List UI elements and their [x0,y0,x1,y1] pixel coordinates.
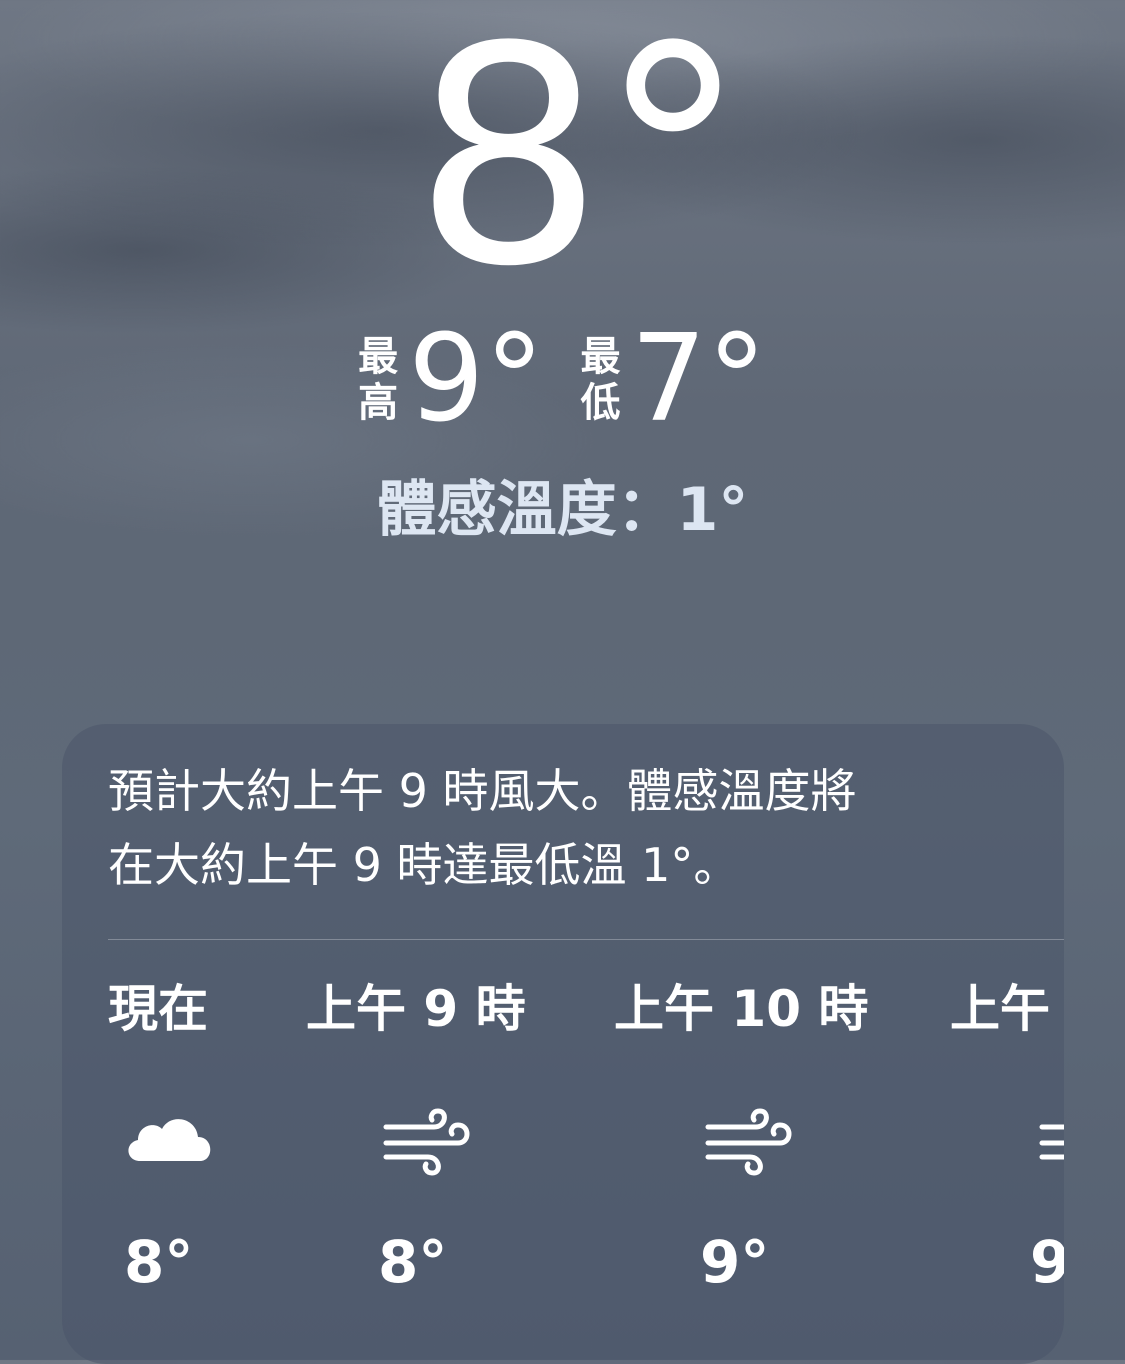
wind-icon [1039,1124,1064,1160]
forecast-summary: 預計大約上午 9 時風大。體感溫度將 在大約上午 9 時達最低溫 1°。 [108,754,1028,902]
hourly-forecast-card[interactable]: 預計大約上午 9 時風大。體感溫度將 在大約上午 9 時達最低溫 1°。 現在 … [62,724,1064,1364]
high-low-row: 最 高 9° 最 低 7° [0,315,1125,445]
high-label-char-1: 最 [358,334,399,380]
low-label-char-2: 低 [580,380,621,426]
hour-label: 上午 9 時 [306,980,526,1038]
hour-temperature: 8° [378,1228,448,1296]
summary-line-2: 在大約上午 9 時達最低溫 1°。 [108,838,740,892]
wind-icon [383,1108,470,1176]
cloud-icon [128,1119,211,1161]
hour-item-9am[interactable]: 上午 9 時 8° [306,974,586,1296]
low-temperature: 最 低 7° [581,315,767,445]
low-label-char-1: 最 [580,334,621,380]
high-value: 9° [408,310,545,449]
summary-line-1: 預計大約上午 9 時風大。體感溫度將 [108,764,857,818]
card-divider [108,939,1064,940]
hour-temperature: 8° [124,1228,194,1296]
hour-item-11am[interactable]: 上午 9 [950,974,1064,1296]
high-label: 最 高 [358,334,398,426]
hour-label: 上午 10 時 [614,980,869,1038]
hour-item-10am[interactable]: 上午 10 時 9° [614,974,894,1296]
low-value: 7° [630,310,767,449]
current-conditions: 8° 最 高 9° 最 低 7° 體感溫度：1° [0,0,1125,600]
high-label-char-2: 高 [358,380,399,426]
hour-label: 上午 [950,980,1050,1038]
wind-icon [705,1108,792,1176]
hour-temperature: 9 [1030,1228,1064,1296]
feels-like-temperature: 體感溫度：1° [376,475,749,545]
current-temperature: 8° [413,0,748,332]
low-label: 最 低 [581,334,621,426]
hour-temperature: 9° [700,1228,770,1296]
high-temperature: 最 高 9° [358,315,544,445]
